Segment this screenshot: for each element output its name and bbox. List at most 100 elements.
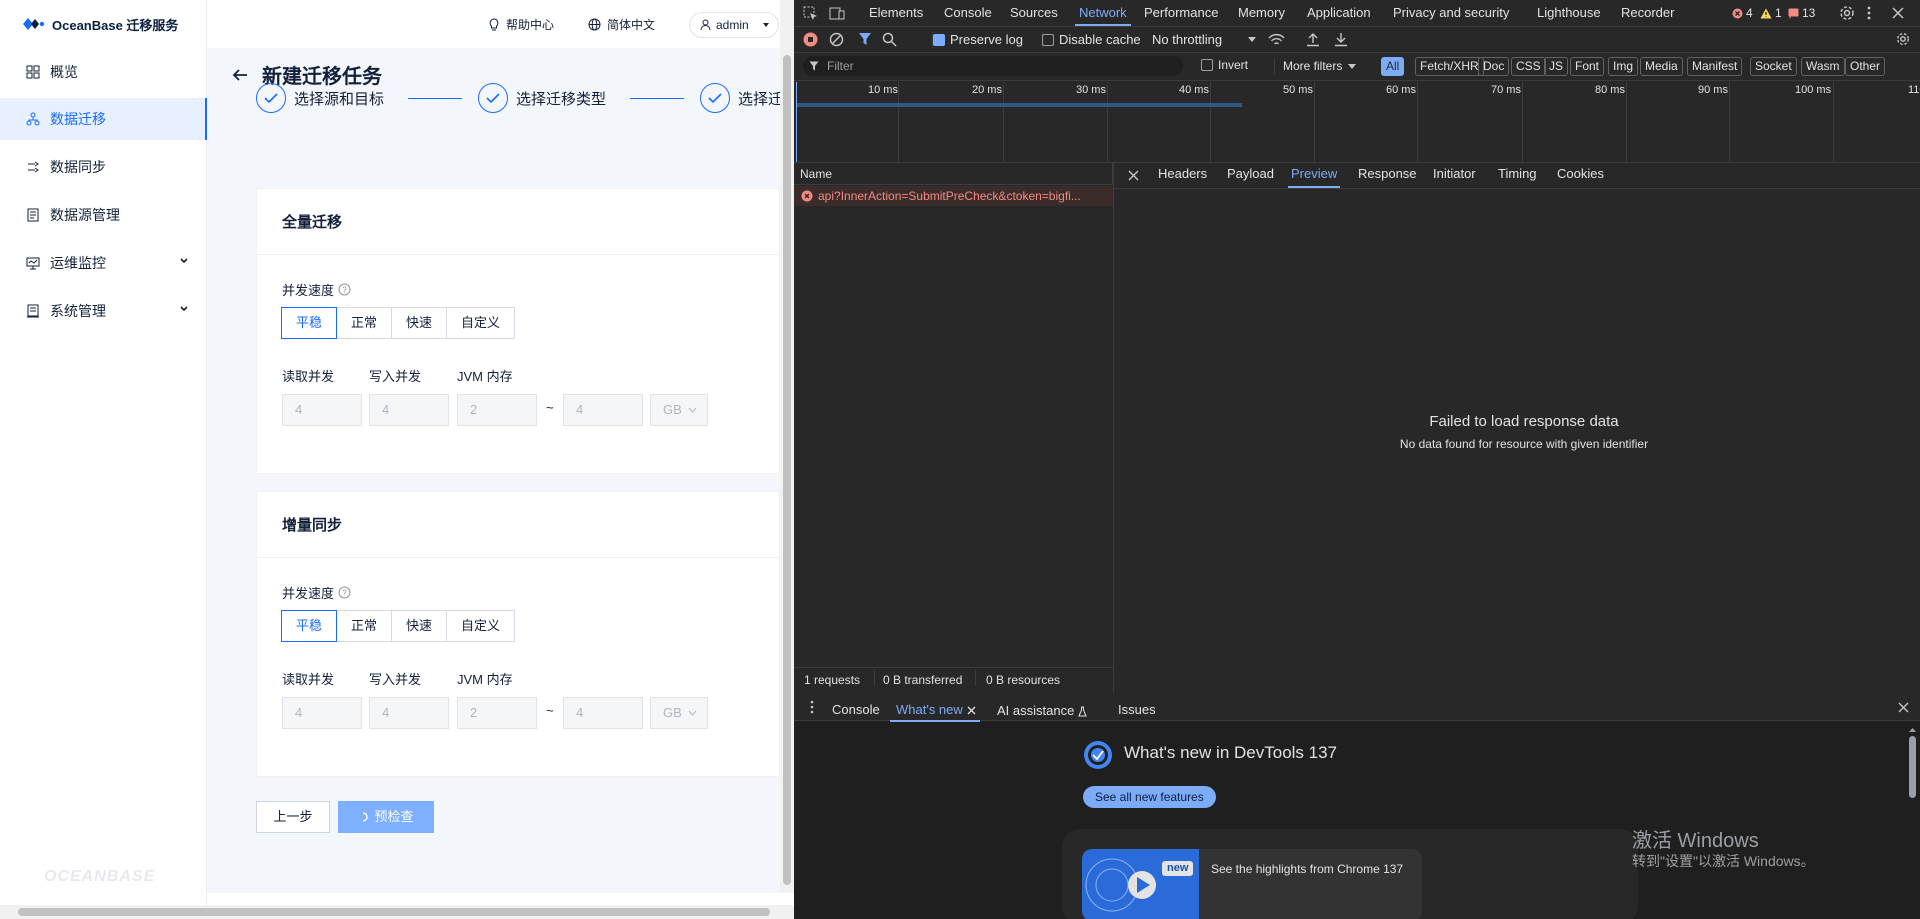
sidebar-item-ops-monitor[interactable]: 运维监控	[0, 242, 207, 284]
filter-type-js[interactable]: JS	[1544, 57, 1569, 76]
network-conditions-icon[interactable]	[1268, 32, 1285, 47]
tab-memory[interactable]: Memory	[1238, 0, 1285, 26]
tab-elements[interactable]: Elements	[869, 0, 923, 26]
sidebar-item-datasource[interactable]: 数据源管理	[0, 194, 207, 236]
filter-type-other[interactable]: Other	[1845, 57, 1886, 76]
disable-cache-checkbox[interactable]: Disable cache	[1042, 32, 1141, 47]
drawer-tab-whats-new[interactable]: What's new	[890, 700, 980, 722]
timeline-overview[interactable]	[794, 81, 1920, 163]
write-concurrency-input[interactable]: 4	[369, 697, 449, 729]
sidebar-item-overview[interactable]: 概览	[0, 51, 207, 93]
tab-performance[interactable]: Performance	[1144, 0, 1218, 26]
filter-type-media[interactable]: Media	[1640, 57, 1683, 76]
speed-option-fast[interactable]: 快速	[391, 610, 448, 642]
prev-step-button[interactable]: 上一步	[256, 801, 330, 833]
error-count[interactable]: 4	[1732, 6, 1753, 20]
jvm-max-input[interactable]: 4	[563, 697, 643, 729]
filter-type-font[interactable]: Font	[1570, 57, 1605, 76]
vertical-scrollbar[interactable]	[780, 0, 794, 893]
filter-type-socket[interactable]: Socket	[1750, 57, 1797, 76]
speed-option-steady[interactable]: 平稳	[281, 610, 338, 642]
more-options-icon[interactable]	[1866, 5, 1872, 21]
request-row[interactable]: api?InnerAction=SubmitPreCheck&ctoken=bi…	[794, 186, 1113, 206]
tab-console[interactable]: Console	[944, 0, 992, 26]
read-concurrency-input[interactable]: 4	[282, 697, 362, 729]
help-circle-icon[interactable]: ?	[338, 586, 351, 599]
speed-option-custom[interactable]: 自定义	[446, 610, 516, 642]
sidebar-item-system[interactable]: 系统管理	[0, 290, 207, 332]
issues-count[interactable]: 13	[1788, 6, 1815, 20]
tab-sources[interactable]: Sources	[1010, 0, 1058, 26]
drawer-tab-console[interactable]: Console	[832, 700, 880, 722]
inspect-element-icon[interactable]	[803, 6, 818, 21]
sidebar-item-data-migration[interactable]: 数据迁移	[0, 98, 207, 140]
settings-gear-icon[interactable]	[1839, 5, 1855, 21]
video-thumbnail[interactable]	[1082, 849, 1199, 919]
language-switch[interactable]: 简体中文	[588, 16, 655, 33]
tab-response[interactable]: Response	[1358, 166, 1417, 188]
tab-application[interactable]: Application	[1307, 0, 1371, 26]
scrollbar-thumb[interactable]	[225, 908, 770, 916]
jvm-unit-select[interactable]: GB	[650, 394, 708, 426]
sidebar-item-data-sync[interactable]: 数据同步	[0, 146, 207, 188]
tab-cookies[interactable]: Cookies	[1557, 166, 1604, 188]
more-filters-dropdown[interactable]: More filters	[1283, 59, 1357, 73]
jvm-min-input[interactable]: 2	[457, 394, 537, 426]
import-har-icon[interactable]	[1306, 32, 1320, 47]
tab-lighthouse[interactable]: Lighthouse	[1537, 0, 1601, 26]
jvm-max-input[interactable]: 4	[563, 394, 643, 426]
help-center-link[interactable]: 帮助中心	[488, 16, 554, 33]
brand-logo[interactable]: OceanBase 迁移服务	[22, 14, 178, 34]
clear-icon[interactable]	[829, 32, 844, 47]
scroll-up-icon[interactable]	[1907, 726, 1918, 734]
close-icon[interactable]	[967, 706, 976, 715]
speed-option-steady[interactable]: 平稳	[281, 307, 338, 339]
speed-option-custom[interactable]: 自定义	[446, 307, 516, 339]
tab-initiator[interactable]: Initiator	[1433, 166, 1476, 188]
tab-network[interactable]: Network	[1075, 0, 1131, 26]
filter-type-img[interactable]: Img	[1608, 57, 1639, 76]
tab-payload[interactable]: Payload	[1227, 166, 1274, 188]
see-all-features-button[interactable]: See all new features	[1083, 786, 1216, 808]
scrollbar-thumb[interactable]	[1909, 736, 1916, 798]
search-icon[interactable]	[882, 32, 897, 47]
filter-funnel-icon[interactable]	[858, 32, 872, 47]
preserve-log-checkbox[interactable]: Preserve log	[933, 32, 1023, 47]
record-stop-icon[interactable]	[803, 32, 818, 47]
filter-type-manifest[interactable]: Manifest	[1687, 57, 1743, 76]
jvm-min-input[interactable]: 2	[457, 697, 537, 729]
filter-type-all[interactable]: All	[1381, 57, 1405, 76]
precheck-button[interactable]: 预检查	[338, 801, 434, 833]
scrollbar-thumb[interactable]	[783, 55, 791, 885]
horizontal-scrollbar[interactable]	[0, 905, 794, 919]
close-icon[interactable]	[1892, 7, 1904, 19]
filter-input[interactable]: Filter	[803, 56, 1183, 76]
drawer-menu-icon[interactable]	[810, 700, 814, 714]
read-concurrency-input[interactable]: 4	[282, 394, 362, 426]
tab-timing[interactable]: Timing	[1498, 166, 1537, 188]
device-toolbar-icon[interactable]	[829, 6, 845, 21]
write-concurrency-input[interactable]: 4	[369, 394, 449, 426]
filter-type-doc[interactable]: Doc	[1478, 57, 1510, 76]
name-column-header[interactable]: Name	[794, 163, 1113, 185]
user-menu[interactable]: admin	[689, 12, 779, 38]
tab-privacy-security[interactable]: Privacy and security	[1393, 0, 1509, 26]
speed-option-normal[interactable]: 正常	[336, 610, 393, 642]
network-settings-gear-icon[interactable]	[1896, 32, 1910, 46]
drawer-tab-ai-assistance[interactable]: AI assistance	[997, 700, 1088, 722]
jvm-unit-select[interactable]: GB	[650, 697, 708, 729]
selection-handle[interactable]	[796, 82, 797, 162]
invert-checkbox[interactable]: Invert	[1201, 58, 1248, 72]
filter-type-fetch-xhr[interactable]: Fetch/XHR	[1415, 57, 1484, 76]
tab-headers[interactable]: Headers	[1158, 166, 1207, 188]
drawer-scrollbar[interactable]	[1907, 726, 1918, 919]
help-circle-icon[interactable]: ?	[338, 283, 351, 296]
back-arrow-icon[interactable]	[232, 68, 248, 82]
warning-count[interactable]: 1	[1760, 6, 1782, 20]
export-har-icon[interactable]	[1334, 32, 1348, 47]
tab-recorder[interactable]: Recorder	[1621, 0, 1674, 26]
throttling-select[interactable]: No throttling	[1152, 32, 1257, 47]
speed-option-fast[interactable]: 快速	[391, 307, 448, 339]
drawer-tab-issues[interactable]: Issues	[1118, 700, 1156, 722]
tab-preview[interactable]: Preview	[1288, 166, 1341, 188]
